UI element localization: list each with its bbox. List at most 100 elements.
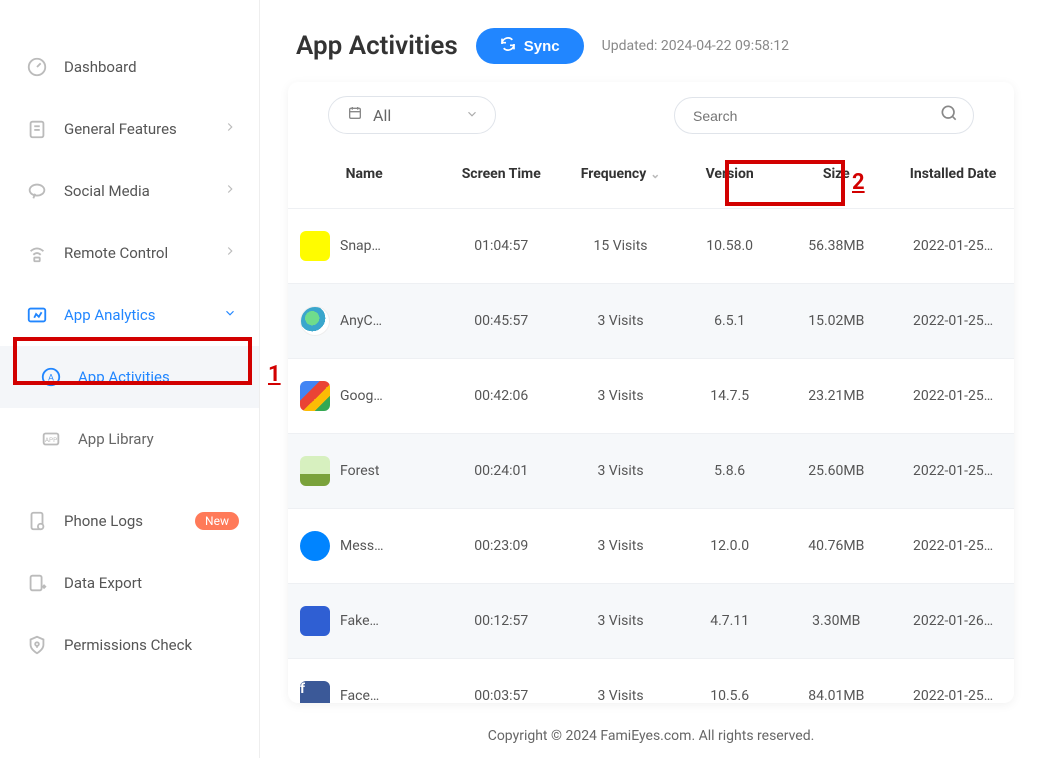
activities-table: Name Screen Time Frequency⌄ Version Size… xyxy=(288,148,1014,703)
col-name[interactable]: Name xyxy=(288,148,440,209)
cell-name: AnyC… xyxy=(288,284,440,359)
svg-text:A: A xyxy=(48,374,54,384)
sidebar-item-label: Permissions Check xyxy=(64,636,192,654)
sidebar-item-label: Dashboard xyxy=(64,58,137,76)
updated-timestamp: Updated: 2024-04-22 09:58:12 xyxy=(602,38,789,54)
filter-dropdown[interactable]: All xyxy=(328,96,496,134)
table-body: Snap…01:04:5715 Visits10.58.056.38MB2022… xyxy=(288,209,1014,704)
sidebar-item-app-library[interactable]: APP App Library xyxy=(0,408,259,470)
table-row[interactable]: Goog…00:42:063 Visits14.7.523.21MB2022-0… xyxy=(288,359,1014,434)
sidebar-item-label: App Analytics xyxy=(64,306,155,324)
sync-button[interactable]: Sync xyxy=(476,28,584,64)
search-box[interactable] xyxy=(674,97,974,134)
footer: Copyright © 2024 FamiEyes.com. All right… xyxy=(260,716,1042,758)
sidebar-item-dashboard[interactable]: Dashboard xyxy=(0,36,259,98)
cell-name: Goog… xyxy=(288,359,440,434)
cell-size: 56.38MB xyxy=(780,209,892,284)
app-icon xyxy=(300,531,330,561)
sync-icon xyxy=(500,36,516,56)
sidebar: Dashboard General Features Social Media … xyxy=(0,0,260,758)
sidebar-item-app-analytics[interactable]: App Analytics xyxy=(0,284,259,346)
sidebar-item-label: App Library xyxy=(78,430,154,448)
cell-screentime: 01:04:57 xyxy=(440,209,562,284)
sidebar-item-data-export[interactable]: Data Export xyxy=(0,552,259,614)
search-icon xyxy=(939,103,959,127)
sort-chevron-icon: ⌄ xyxy=(650,167,660,181)
app-icon: f xyxy=(300,681,330,703)
col-installed[interactable]: Installed Date xyxy=(892,148,1014,209)
sidebar-item-general-features[interactable]: General Features xyxy=(0,98,259,160)
sidebar-item-label: Social Media xyxy=(64,182,150,200)
cell-screentime: 00:12:57 xyxy=(440,584,562,659)
table-row[interactable]: Snap…01:04:5715 Visits10.58.056.38MB2022… xyxy=(288,209,1014,284)
sidebar-item-label: App Activities xyxy=(78,368,170,386)
permissions-icon xyxy=(24,632,50,658)
app-name: AnyC… xyxy=(340,313,382,329)
footer-text: Copyright © 2024 FamiEyes.com. All right… xyxy=(488,728,815,744)
sidebar-item-phone-logs[interactable]: Phone Logs New xyxy=(0,490,259,552)
search-input[interactable] xyxy=(693,108,931,124)
sidebar-item-app-activities[interactable]: A App Activities xyxy=(0,346,259,408)
new-badge: New xyxy=(195,512,239,530)
table-row[interactable]: AnyC…00:45:573 Visits6.5.115.02MB2022-01… xyxy=(288,284,1014,359)
app-name: Mess… xyxy=(340,538,383,554)
chevron-right-icon xyxy=(223,182,237,200)
annotation-label-2: 2 xyxy=(852,170,865,195)
cell-frequency: 3 Visits xyxy=(562,284,679,359)
app-name: Face… xyxy=(340,688,379,703)
cell-version: 10.5.6 xyxy=(679,659,781,704)
cell-size: 84.01MB xyxy=(780,659,892,704)
table-row[interactable]: fFace…00:03:573 Visits10.5.684.01MB2022-… xyxy=(288,659,1014,704)
cell-installed: 2022-01-25… xyxy=(892,509,1014,584)
table-row[interactable]: Forest 00:24:013 Visits5.8.625.60MB2022-0… xyxy=(288,434,1014,509)
app-name: Snap… xyxy=(340,238,381,254)
page-header: App Activities Sync Updated: 2024-04-22 … xyxy=(260,0,1042,82)
sidebar-item-remote-control[interactable]: Remote Control xyxy=(0,222,259,284)
app-icon xyxy=(300,306,330,336)
cell-version: 6.5.1 xyxy=(679,284,781,359)
cell-frequency: 3 Visits xyxy=(562,509,679,584)
cell-name: Mess… xyxy=(288,509,440,584)
col-screentime[interactable]: Screen Time xyxy=(440,148,562,209)
cell-frequency: 15 Visits xyxy=(562,209,679,284)
cell-frequency: 3 Visits xyxy=(562,434,679,509)
cell-name: Forest xyxy=(288,434,440,509)
calendar-icon xyxy=(347,105,363,125)
phone-log-icon xyxy=(24,508,50,534)
table-scroll[interactable]: Name Screen Time Frequency⌄ Version Size… xyxy=(288,148,1014,703)
svg-text:APP: APP xyxy=(45,436,57,444)
table-header-row: Name Screen Time Frequency⌄ Version Size… xyxy=(288,148,1014,209)
col-size[interactable]: Size xyxy=(780,148,892,209)
cell-screentime: 00:45:57 xyxy=(440,284,562,359)
cell-name: Snap… xyxy=(288,209,440,284)
cell-installed: 2022-01-25… xyxy=(892,284,1014,359)
sidebar-item-social-media[interactable]: Social Media xyxy=(0,160,259,222)
sidebar-item-label: Remote Control xyxy=(64,244,168,262)
cell-screentime: 00:03:57 xyxy=(440,659,562,704)
cell-size: 25.60MB xyxy=(780,434,892,509)
library-icon: APP xyxy=(38,426,64,452)
chevron-down-icon xyxy=(465,106,479,125)
main-content: App Activities Sync Updated: 2024-04-22 … xyxy=(260,0,1042,758)
chevron-down-icon xyxy=(223,306,237,324)
cell-version: 4.7.11 xyxy=(679,584,781,659)
col-version[interactable]: Version xyxy=(679,148,781,209)
sidebar-item-permissions-check[interactable]: Permissions Check xyxy=(0,614,259,676)
table-row[interactable]: Mess…00:23:093 Visits12.0.040.76MB2022-0… xyxy=(288,509,1014,584)
cell-size: 3.30MB xyxy=(780,584,892,659)
cell-size: 40.76MB xyxy=(780,509,892,584)
app-name: Fake… xyxy=(340,613,379,629)
activities-card: All Name xyxy=(288,82,1014,703)
cell-name: Fake… xyxy=(288,584,440,659)
sidebar-item-label: Data Export xyxy=(64,574,142,592)
cell-installed: 2022-01-25… xyxy=(892,434,1014,509)
col-frequency[interactable]: Frequency⌄ xyxy=(562,148,679,209)
cell-version: 5.8.6 xyxy=(679,434,781,509)
app-name: Forest xyxy=(340,463,379,479)
cell-screentime: 00:23:09 xyxy=(440,509,562,584)
cell-frequency: 3 Visits xyxy=(562,584,679,659)
cell-screentime: 00:24:01 xyxy=(440,434,562,509)
app-icon xyxy=(300,231,330,261)
table-row[interactable]: Fake…00:12:573 Visits4.7.113.30MB2022-01… xyxy=(288,584,1014,659)
card-toolbar: All xyxy=(288,82,1014,148)
